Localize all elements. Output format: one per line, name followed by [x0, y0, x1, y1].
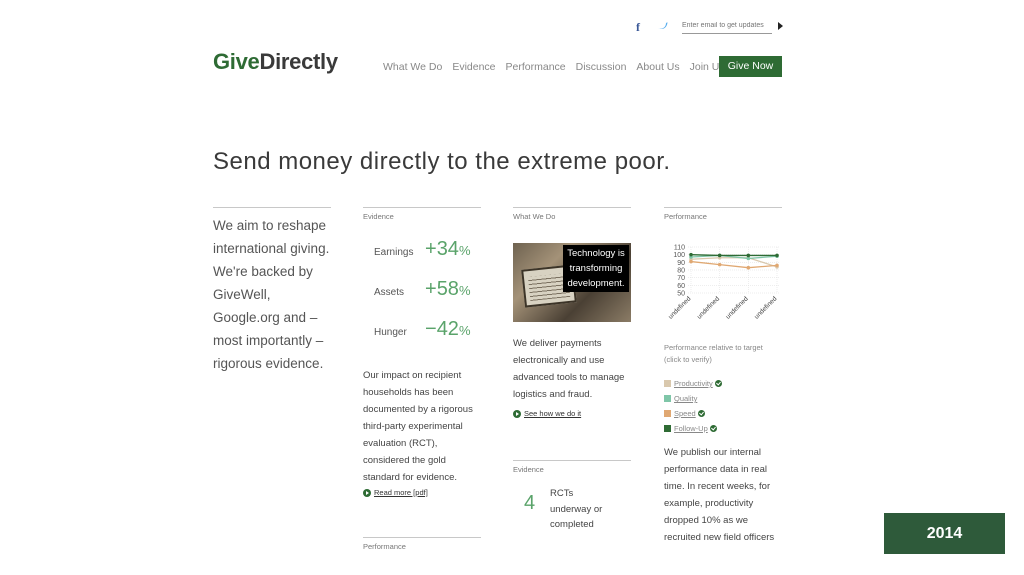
data-point: [689, 259, 693, 264]
rct-text: RCTs underway or completed: [550, 488, 603, 530]
divider: [363, 537, 481, 538]
email-signup-input[interactable]: [682, 18, 772, 34]
stat-name: Hunger: [374, 327, 407, 338]
nav-discussion[interactable]: Discussion: [576, 61, 627, 73]
data-point: [775, 263, 779, 268]
main-nav: What We Do Evidence Performance Discussi…: [383, 61, 735, 73]
evidence-column: Evidence Earnings +34% Assets +58% Hunge…: [363, 207, 481, 497]
performance-text: We publish our internal performance data…: [664, 447, 775, 543]
legend-item-productivity[interactable]: Productivity: [664, 376, 782, 391]
top-bar: f: [636, 18, 786, 38]
legend-label: Quality: [674, 394, 698, 403]
read-more-link[interactable]: Read more [pdf]: [363, 488, 481, 497]
divider: [513, 207, 631, 208]
y-tick-label: 60: [677, 283, 685, 290]
performance-label: Performance: [664, 212, 707, 221]
stat-row-assets: Assets +58%: [363, 275, 481, 315]
year-badge: 2014: [884, 513, 1005, 554]
data-point: [717, 262, 722, 267]
data-point: [746, 265, 751, 270]
data-point: [746, 253, 751, 258]
give-now-button[interactable]: Give Now: [719, 56, 782, 77]
y-tick-label: 70: [677, 275, 685, 282]
swatch: [664, 380, 671, 387]
nav-evidence[interactable]: Evidence: [452, 61, 495, 73]
email-submit-arrow-icon[interactable]: [778, 22, 783, 30]
legend-label: Follow-Up: [674, 424, 708, 433]
y-tick-label: 80: [677, 268, 685, 275]
evidence-text: Our impact on recipient households has b…: [363, 370, 473, 483]
data-point: [775, 253, 779, 258]
mobile-payment-photo: Technology is transforming development.: [513, 243, 631, 322]
divider: [513, 460, 631, 461]
swatch: [664, 410, 671, 417]
evidence-label: Evidence: [363, 212, 394, 221]
photo-overlay-text: Technology is transforming development.: [563, 245, 629, 292]
arrow-circle-icon: [513, 409, 521, 418]
data-point: [689, 252, 693, 257]
nav-performance[interactable]: Performance: [506, 61, 566, 73]
facebook-icon[interactable]: f: [636, 20, 640, 35]
swatch: [664, 395, 671, 402]
performance-chart[interactable]: 1101009080706050undefined undefined undefi…: [664, 243, 782, 333]
y-tick-label: 90: [677, 260, 685, 267]
arrow-circle-icon: [363, 488, 371, 497]
stat-value: −42%: [425, 318, 471, 340]
evidence-stats: Earnings +34% Assets +58% Hunger −42%: [363, 235, 481, 355]
chart-caption-line1: Performance relative to target: [664, 343, 763, 352]
evidence2-label: Evidence: [513, 465, 544, 474]
check-icon: [714, 380, 722, 387]
intro-text: We aim to reshape international giving. …: [213, 218, 330, 371]
divider: [363, 207, 481, 208]
what-we-do-label: What We Do: [513, 212, 556, 221]
swatch: [664, 425, 671, 432]
y-tick-label: 100: [673, 252, 685, 259]
see-how-label: See how we do it: [524, 409, 582, 418]
see-how-link[interactable]: See how we do it: [513, 409, 631, 418]
stat-value: +58%: [425, 278, 471, 300]
performance-teaser: Performance: [363, 537, 481, 551]
y-tick-label: 50: [677, 291, 685, 298]
performance-column: Performance 110 100 90 80 70 60 50 undefined und…: [664, 207, 782, 546]
legend-item-follow-up[interactable]: Follow-Up: [664, 421, 782, 436]
stat-name: Earnings: [374, 247, 414, 258]
what-we-do-text: We deliver payments electronically and u…: [513, 338, 625, 400]
y-tick-label: 110: [674, 245, 685, 252]
legend-item-quality[interactable]: Quality: [664, 391, 782, 406]
data-point: [746, 256, 751, 261]
read-more-label: Read more [pdf]: [374, 488, 428, 497]
x-tick-label: undefined: [725, 295, 750, 320]
logo-directly: Directly: [259, 49, 339, 74]
chart-legend: Productivity Quality Speed Follow-Up: [664, 376, 782, 436]
chart-caption-line2: (click to verify): [664, 355, 712, 364]
what-we-do-column: What We Do Technology is transforming de…: [513, 207, 631, 418]
rct-stat: 4 RCTs underway or completed: [513, 486, 631, 536]
performance-label: Performance: [363, 542, 406, 551]
legend-label: Speed: [674, 409, 696, 418]
check-icon: [709, 425, 717, 432]
logo-give: Give: [213, 49, 260, 74]
twitter-icon[interactable]: [658, 22, 668, 30]
nav-what-we-do[interactable]: What We Do: [383, 61, 442, 73]
x-tick-label: undefined: [667, 295, 692, 320]
intro-column: We aim to reshape international giving. …: [213, 207, 331, 375]
page-headline: Send money directly to the extreme poor.: [213, 148, 671, 175]
stat-name: Assets: [374, 287, 405, 298]
chart-caption: Performance relative to target (click to…: [664, 342, 782, 366]
nav-about-us[interactable]: About Us: [636, 61, 679, 73]
check-icon: [697, 410, 705, 417]
rct-column: Evidence 4 RCTs underway or completed: [513, 460, 631, 536]
x-tick-label: undefined: [753, 295, 778, 320]
rct-number: 4: [524, 492, 536, 514]
legend-item-speed[interactable]: Speed: [664, 406, 782, 421]
divider: [213, 207, 331, 208]
divider: [664, 207, 782, 208]
data-point: [717, 253, 722, 258]
stat-row-hunger: Hunger −42%: [363, 315, 481, 355]
stat-row-earnings: Earnings +34%: [363, 235, 481, 275]
legend-label: Productivity: [674, 379, 713, 388]
logo[interactable]: GiveDirectly: [213, 49, 338, 75]
x-tick-label: undefined: [696, 295, 721, 320]
stat-value: +34%: [425, 238, 471, 260]
